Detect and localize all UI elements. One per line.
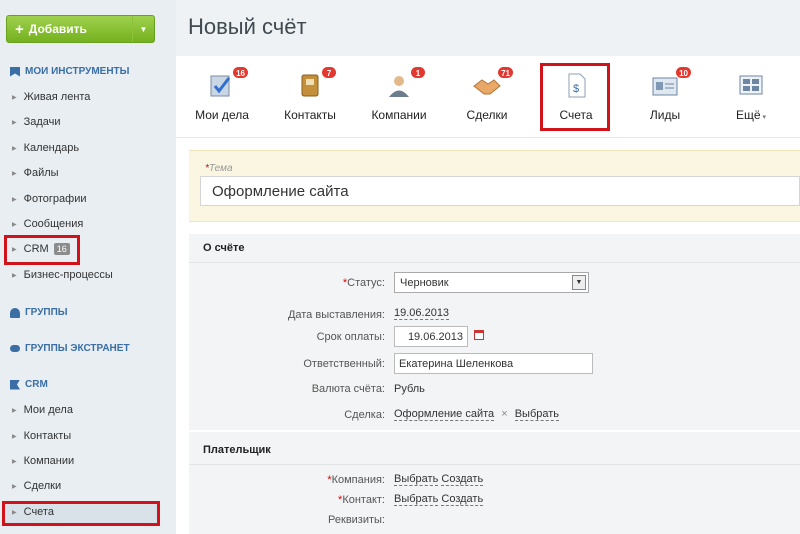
section-extranet[interactable]: ГРУППЫ ЭКСТРАНЕТ (10, 343, 130, 354)
deal-choose-link[interactable]: Выбрать (514, 408, 560, 421)
triangle-icon: ▶ (12, 483, 17, 490)
page-title: Новый счёт (188, 14, 307, 39)
deal-link[interactable]: Оформление сайта (394, 408, 495, 421)
calendar-icon[interactable] (474, 330, 484, 340)
sidebar-item-calendar[interactable]: ▶ Календарь (12, 142, 79, 154)
crm-tabs: 16 Мои дела 7 Контакты 1 Компании 71 Сде… (176, 56, 800, 138)
divider (189, 262, 800, 263)
highlight-invoices-tab (540, 63, 610, 131)
sidebar-item-feed[interactable]: ▶ Живая лента (12, 91, 90, 103)
company-actions: Выбрать Создать (394, 473, 484, 486)
triangle-icon: ▶ (12, 196, 17, 203)
tab-count-badge: 16 (232, 66, 249, 79)
highlight-invoices (2, 501, 160, 526)
responsible-label: Ответственный: (303, 358, 385, 370)
company-create-link[interactable]: Создать (441, 473, 484, 486)
status-select[interactable]: Черновик ▼ (394, 272, 589, 293)
plus-icon: + (15, 20, 24, 38)
tab-count-badge: 71 (497, 66, 514, 79)
checklist-icon: 16 (207, 66, 249, 98)
company-label: *Компания: (327, 474, 385, 486)
divider (189, 464, 800, 465)
triangle-icon: ▶ (12, 458, 17, 465)
status-label: *Статус: (342, 277, 385, 289)
remove-deal-icon[interactable]: × (501, 408, 507, 420)
dropdown-arrow-icon[interactable]: ▼ (572, 275, 586, 290)
sidebar-item-messages[interactable]: ▶ Сообщения (12, 218, 83, 230)
responsible-input[interactable]: Екатерина Шеленкова (394, 353, 593, 374)
tab-count-badge: 1 (410, 66, 426, 79)
date-value[interactable]: 19.06.2013 (394, 307, 450, 320)
currency-label: Валюта счёта: (311, 383, 385, 395)
tab-leads[interactable]: 10 Лиды (625, 64, 705, 134)
contact-create-link[interactable]: Создать (441, 493, 484, 506)
triangle-icon: ▶ (12, 119, 17, 126)
sidebar-item-deals[interactable]: ▶ Сделки (12, 480, 61, 492)
tab-companies[interactable]: 1 Компании (359, 64, 439, 134)
sidebar-item-companies[interactable]: ▶ Компании (12, 455, 74, 467)
deal-field: Оформление сайта × Выбрать (394, 408, 560, 421)
highlight-crm (4, 235, 80, 265)
bookmark-icon (10, 66, 20, 77)
triangle-icon: ▶ (12, 170, 17, 177)
due-label: Срок оплаты: (316, 331, 385, 343)
payer-section-title: Плательщик (203, 444, 271, 456)
handshake-icon: 71 (472, 66, 514, 98)
theme-label: *Тема (205, 163, 233, 174)
tab-count-badge: 10 (675, 66, 692, 79)
triangle-icon: ▶ (12, 433, 17, 440)
sidebar-item-bizproc[interactable]: ▶ Бизнес-процессы (12, 269, 113, 281)
tab-more[interactable]: Ещё ▾ (711, 64, 791, 134)
sidebar-item-files[interactable]: ▶ Файлы (12, 167, 59, 179)
sidebar-item-tasks[interactable]: ▶ Задачи (12, 116, 61, 128)
requisites-label: Реквизиты: (328, 514, 385, 526)
company-choose-link[interactable]: Выбрать (394, 473, 439, 486)
deal-label: Сделка: (344, 409, 385, 421)
section-tools[interactable]: МОИ ИНСТРУМЕНТЫ (10, 66, 129, 77)
id-card-icon: 10 (650, 66, 692, 98)
section-groups[interactable]: ГРУППЫ (10, 307, 68, 318)
people-icon: 1 (384, 66, 426, 98)
triangle-icon: ▶ (12, 145, 17, 152)
theme-input[interactable]: Оформление сайта (200, 176, 800, 206)
triangle-icon: ▶ (12, 221, 17, 228)
add-button-label: Добавить (28, 22, 87, 36)
contact-actions: Выбрать Создать (394, 493, 484, 506)
date-label: Дата выставления: (287, 309, 385, 321)
sidebar: + Добавить ▼ МОИ ИНСТРУМЕНТЫ ▶ Живая лент… (0, 0, 176, 534)
grid-icon (736, 72, 766, 98)
tab-count-badge: 7 (321, 66, 337, 79)
about-section-title: О счёте (203, 242, 245, 254)
triangle-icon: ▶ (12, 94, 17, 101)
tab-my-tasks[interactable]: 16 Мои дела (182, 64, 262, 134)
due-date-input[interactable]: 19.06.2013 (394, 326, 468, 347)
triangle-icon: ▶ (12, 407, 17, 414)
sidebar-item-photos[interactable]: ▶ Фотографии (12, 193, 86, 205)
currency-value: Рубль (394, 383, 425, 395)
add-button[interactable]: + Добавить ▼ (6, 15, 155, 43)
groups-icon (10, 307, 20, 318)
address-book-icon: 7 (295, 66, 337, 98)
tab-contacts[interactable]: 7 Контакты (270, 64, 350, 134)
contact-label: *Контакт: (338, 494, 385, 506)
section-crm[interactable]: CRM (10, 379, 48, 390)
cloud-icon (10, 345, 20, 352)
flag-icon (10, 379, 20, 390)
sidebar-item-my-tasks[interactable]: ▶ Мои дела (12, 404, 73, 416)
triangle-icon: ▶ (12, 272, 17, 279)
contact-choose-link[interactable]: Выбрать (394, 493, 439, 506)
tab-deals[interactable]: 71 Сделки (447, 64, 527, 134)
chevron-down-icon[interactable]: ▼ (132, 16, 154, 42)
sidebar-item-contacts[interactable]: ▶ Контакты (12, 430, 71, 442)
